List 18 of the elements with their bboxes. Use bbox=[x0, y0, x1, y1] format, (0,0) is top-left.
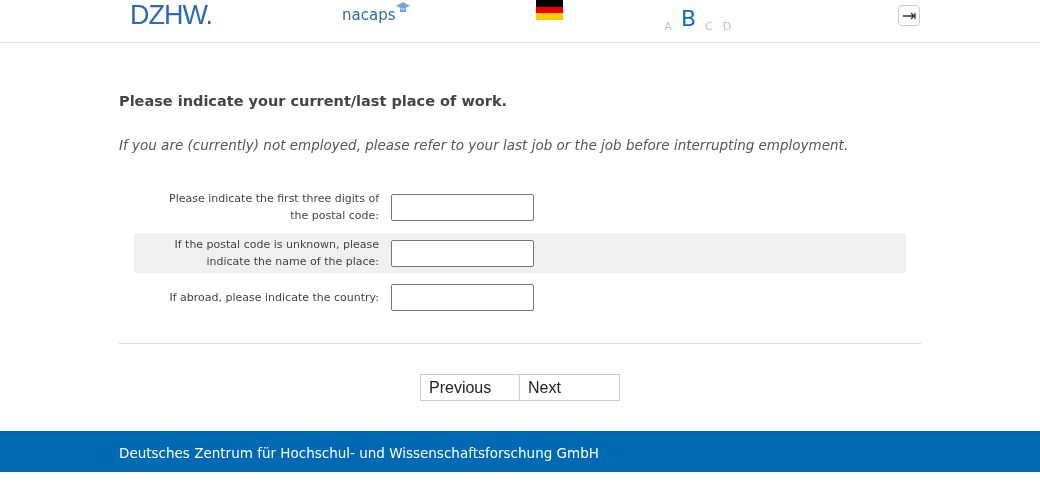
font-size-option[interactable]: B bbox=[677, 2, 701, 35]
previous-button[interactable]: Previous bbox=[420, 374, 520, 401]
next-button[interactable]: Next bbox=[520, 374, 620, 401]
field-label: Please indicate the first three digits of the postal code: bbox=[168, 191, 379, 224]
graduation-cap-icon bbox=[396, 2, 411, 14]
logout-icon bbox=[902, 11, 916, 20]
flag-icon[interactable] bbox=[536, 0, 564, 20]
field-label: If abroad, please indicate the country: bbox=[168, 289, 379, 306]
input-field[interactable] bbox=[391, 283, 534, 311]
brand-name: nacaps bbox=[342, 5, 396, 26]
input-field[interactable] bbox=[391, 193, 534, 221]
logout-button[interactable] bbox=[898, 5, 920, 26]
footer-text: Deutsches Zentrum für Hochschul- und Wissenschaftsforschung GmbH bbox=[119, 445, 599, 461]
instruction-text: If you are (currently) not employed, please refer to your last job or the job before interrupting employment. bbox=[119, 135, 850, 155]
input-field[interactable] bbox=[391, 239, 534, 267]
logo: DZHW. bbox=[130, 2, 212, 29]
question-title: Please indicate your current/last place of work. bbox=[119, 92, 509, 111]
field-label: If the postal code is unknown, please indicate the name of the place: bbox=[173, 237, 379, 270]
